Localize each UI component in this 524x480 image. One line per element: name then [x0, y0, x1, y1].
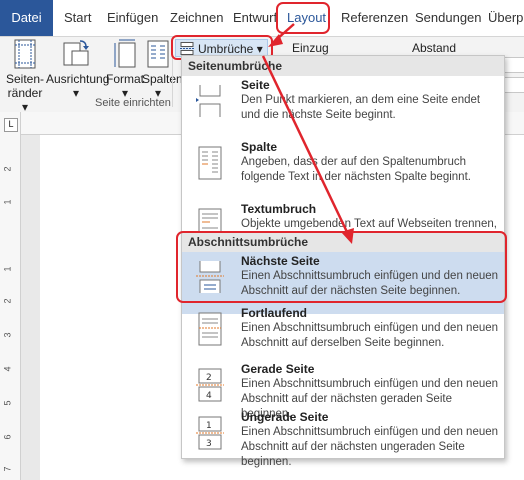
naechste-seite-highlight	[176, 231, 507, 303]
menu-item-seite[interactable]: Seite Den Punkt markieren, an dem eine S…	[182, 76, 504, 138]
page-break-icon	[196, 85, 221, 117]
column-break-icon	[198, 146, 222, 180]
ribbon-tab-bar: Datei Start Einfügen Zeichnen Entwurf La…	[0, 0, 524, 37]
ruler-number: 3	[2, 332, 13, 338]
margins-icon	[14, 39, 36, 69]
tab-selector-button[interactable]: L	[4, 118, 18, 132]
columns-icon	[147, 40, 169, 68]
menu-item-title: Ungerade Seite	[241, 410, 329, 424]
tab-sendungen[interactable]: Sendungen	[415, 0, 482, 36]
menu-item-title: Gerade Seite	[241, 362, 315, 376]
ruler-number: 1	[2, 266, 13, 272]
spalten-label-1: Spalten	[142, 72, 183, 86]
tab-start[interactable]: Start	[64, 0, 91, 36]
orientation-icon	[63, 40, 89, 66]
tab-referenzen[interactable]: Referenzen	[341, 0, 408, 36]
ruler-number: 5	[2, 400, 13, 406]
ausrichtung-button[interactable]: Ausrichtung ▾	[46, 37, 110, 100]
menu-item-title: Textumbruch	[241, 202, 317, 216]
ruler-number: 4	[2, 366, 13, 372]
format-button[interactable]: Format ▾	[106, 37, 144, 100]
menu-item-spalte[interactable]: Spalte Angeben, dass der auf den Spalten…	[182, 138, 504, 200]
seitenraender-button[interactable]: Seiten- ränder ▾	[4, 37, 46, 114]
ruler-number: 2	[2, 298, 13, 304]
menu-item-fortlaufend[interactable]: Fortlaufend Einen Abschnittsumbruch einf…	[182, 304, 504, 366]
ruler-number: 7	[2, 466, 13, 472]
menu-item-title: Fortlaufend	[241, 306, 307, 320]
menu-item-desc: Einen Abschnittsumbruch einfügen und den…	[241, 322, 499, 349]
svg-text:4: 4	[206, 391, 212, 401]
tab-zeichnen[interactable]: Zeichnen	[170, 0, 223, 36]
ruler-number: 2	[2, 166, 13, 172]
tab-ueberpruefen[interactable]: Überprü	[488, 0, 524, 36]
abstand-label: Abstand	[412, 41, 457, 55]
tab-datei[interactable]: Datei	[0, 0, 53, 36]
menu-item-ungerade-seite[interactable]: 1 3 Ungerade Seite Einen Abschnittsumbru…	[182, 408, 504, 470]
seitenraender-label-2: ränder ▾	[7, 86, 43, 114]
menu-item-desc: Angeben, dass der auf den Spaltenumbruch…	[241, 156, 471, 183]
tab-entwurf[interactable]: Entwurf	[233, 0, 277, 36]
ruler-number: 6	[2, 434, 13, 440]
svg-text:1: 1	[206, 421, 212, 431]
odd-page-section-break-icon: 1 3	[196, 416, 224, 450]
group-label-seite-einrichten: Seite einrichten	[95, 97, 171, 109]
svg-text:2: 2	[206, 373, 212, 383]
ruler-number: 1	[2, 199, 13, 205]
menu-item-title: Seite	[241, 78, 270, 92]
vertical-ruler: 2 1 1 2 3 4 5 6 7	[0, 112, 21, 480]
format-label-1: Format	[106, 72, 145, 86]
tab-einfuegen[interactable]: Einfügen	[107, 0, 158, 36]
einzug-label: Einzug	[292, 41, 329, 55]
page-size-icon	[114, 39, 136, 68]
ausrichtung-label-1: Ausrichtung	[46, 72, 110, 86]
layout-tab-highlight	[276, 2, 330, 34]
section-seitenumbrueche: Seitenumbrüche	[182, 56, 504, 76]
spalten-button[interactable]: Spalten ▾	[142, 37, 183, 100]
seitenraender-label-1: Seiten-	[5, 72, 45, 86]
menu-item-title: Spalte	[241, 140, 278, 154]
menu-item-desc: Einen Abschnittsumbruch einfügen und den…	[241, 426, 499, 468]
even-page-section-break-icon: 2 4	[196, 368, 224, 402]
continuous-section-break-icon	[198, 312, 222, 346]
menu-item-desc: Den Punkt markieren, an dem eine Seite e…	[241, 94, 481, 121]
svg-text:3: 3	[206, 439, 212, 449]
